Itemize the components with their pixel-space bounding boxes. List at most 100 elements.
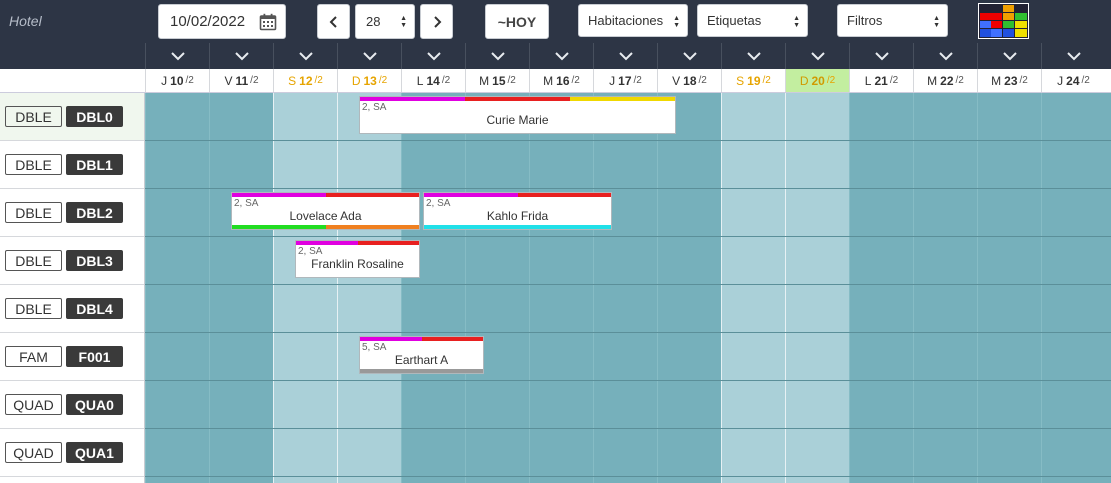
column-expand-button[interactable] xyxy=(145,43,209,69)
room-row[interactable]: DBLE DBL4 xyxy=(0,285,144,333)
day-column[interactable] xyxy=(145,93,209,483)
date-header-cell: S 19/2 xyxy=(721,69,785,92)
toolbar: Hotel 10/02/2022 28 ▲ ▼ ~HOY Habitacione… xyxy=(0,0,1111,43)
status-bar xyxy=(360,97,675,101)
chevron-down-icon xyxy=(554,51,569,60)
chevron-down-icon xyxy=(170,51,185,60)
day-number: 18 xyxy=(683,73,697,88)
room-type-badge: DBLE xyxy=(5,298,62,319)
weekday-label: D xyxy=(799,73,809,88)
room-type-badge: DBLE xyxy=(5,250,62,271)
weekday-label: D xyxy=(351,73,361,88)
column-expand-button[interactable] xyxy=(657,43,721,69)
month-label: /2 xyxy=(250,75,259,86)
day-number: 20 xyxy=(811,73,825,88)
room-row[interactable]: DBLE DBL3 xyxy=(0,237,144,285)
filters-select[interactable]: Filtros ▲ ▼ xyxy=(837,4,948,37)
day-column[interactable] xyxy=(977,93,1041,483)
month-label: /2 xyxy=(889,75,899,86)
weekday-label: V xyxy=(672,73,681,88)
column-expand-button[interactable] xyxy=(849,43,913,69)
column-expand-button[interactable] xyxy=(337,43,401,69)
day-column[interactable] xyxy=(913,93,977,483)
month-label: /2 xyxy=(314,75,323,86)
column-expand-button[interactable] xyxy=(913,43,977,69)
day-column[interactable] xyxy=(209,93,273,483)
day-column[interactable] xyxy=(465,93,529,483)
room-row[interactable]: DBLE DBL1 xyxy=(0,141,144,189)
column-expand-button[interactable] xyxy=(465,43,529,69)
tags-filter-select[interactable]: Etiquetas ▲ ▼ xyxy=(697,4,808,37)
date-header-cell: J 24/2 xyxy=(1041,69,1105,92)
weekday-label: J xyxy=(1057,73,1064,88)
row-divider xyxy=(145,380,1111,381)
chevron-down-icon xyxy=(810,51,825,60)
guest-name: Kahlo Frida xyxy=(486,209,549,223)
app-logo-icon[interactable] xyxy=(978,3,1029,39)
room-row[interactable]: QUAD QUA1 xyxy=(0,429,144,477)
month-label: /2 xyxy=(1019,75,1028,86)
chevron-down-icon xyxy=(1002,51,1017,60)
filters-label: Filtros xyxy=(847,13,883,28)
day-column[interactable] xyxy=(529,93,593,483)
reservation-card[interactable]: 2, SA Kahlo Frida xyxy=(423,192,612,230)
day-number: 22 xyxy=(940,73,954,88)
room-number-badge: QUA1 xyxy=(66,442,123,463)
column-expand-button[interactable] xyxy=(593,43,657,69)
room-row[interactable]: FAM F001 xyxy=(0,333,144,381)
column-expand-button[interactable] xyxy=(785,43,849,69)
tags-filter-label: Etiquetas xyxy=(707,13,762,28)
chevron-down-icon xyxy=(298,51,313,60)
month-label: /2 xyxy=(633,75,642,86)
today-button[interactable]: ~HOY xyxy=(485,4,549,39)
status-bar xyxy=(232,193,419,197)
reservation-card[interactable]: 5, SA Earthart A xyxy=(359,336,484,374)
column-expand-button[interactable] xyxy=(273,43,337,69)
days-select[interactable]: 28 ▲ ▼ xyxy=(355,4,415,39)
reservation-card[interactable]: 2, SA Lovelace Ada xyxy=(231,192,420,230)
tag-bar xyxy=(232,225,419,229)
day-column[interactable] xyxy=(273,93,337,483)
room-row[interactable]: DBLE DBL0 xyxy=(0,93,144,141)
reservation-info: 2, SA xyxy=(362,102,387,113)
day-number: 15 xyxy=(492,73,506,88)
day-column[interactable] xyxy=(401,93,465,483)
weekday-label: M xyxy=(991,73,1002,88)
column-expand-button[interactable] xyxy=(401,43,465,69)
day-column[interactable] xyxy=(337,93,401,483)
day-column[interactable] xyxy=(785,93,849,483)
date-header-cell: S 12/2 xyxy=(273,69,337,92)
day-column[interactable] xyxy=(593,93,657,483)
day-column[interactable] xyxy=(721,93,785,483)
column-expand-button[interactable] xyxy=(1041,43,1105,69)
reservation-card[interactable]: 2, SA Curie Marie xyxy=(359,96,676,134)
column-expand-button[interactable] xyxy=(721,43,785,69)
reservation-card[interactable]: 2, SA Franklin Rosaline xyxy=(295,240,420,278)
reservation-info: 2, SA xyxy=(426,198,451,209)
room-row[interactable]: QUAD QUA0 xyxy=(0,381,144,429)
chevron-right-icon xyxy=(433,15,441,28)
chevron-left-icon xyxy=(329,15,337,28)
updown-icon: ▲ ▼ xyxy=(933,15,940,29)
day-number: 19 xyxy=(747,73,761,88)
room-row[interactable]: DBLE DBL2 xyxy=(0,189,144,237)
day-column[interactable] xyxy=(849,93,913,483)
date-value: 10/02/2022 xyxy=(170,13,246,30)
date-header-cell: D 13/2 xyxy=(337,69,401,92)
column-expand-button[interactable] xyxy=(529,43,593,69)
day-column[interactable] xyxy=(1041,93,1111,483)
date-header-cell: M 16/2 xyxy=(529,69,593,92)
rooms-filter-select[interactable]: Habitaciones ▲ ▼ xyxy=(578,4,688,37)
column-expand-button[interactable] xyxy=(209,43,273,69)
weekday-label: J xyxy=(161,73,168,88)
date-picker[interactable]: 10/02/2022 xyxy=(158,4,286,39)
column-expand-button[interactable] xyxy=(977,43,1041,69)
row-divider xyxy=(145,284,1111,285)
calendar-icon[interactable] xyxy=(259,13,277,31)
weekday-label: S xyxy=(736,73,745,88)
prev-button[interactable] xyxy=(317,4,350,39)
room-number-badge: DBL4 xyxy=(66,298,123,319)
next-button[interactable] xyxy=(420,4,453,39)
day-column[interactable] xyxy=(657,93,721,483)
date-header-cell: J 10/2 xyxy=(145,69,209,92)
